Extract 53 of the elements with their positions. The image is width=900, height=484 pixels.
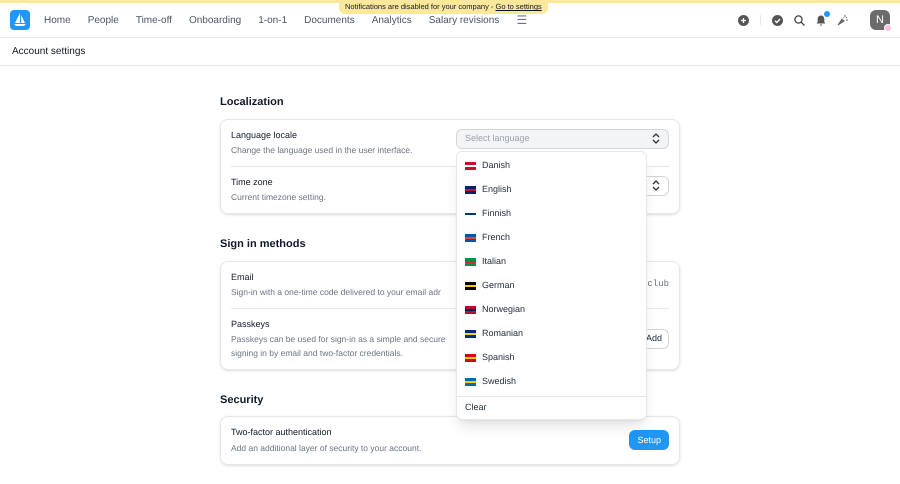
nav-link[interactable]: Analytics (372, 12, 412, 28)
setting-description: Change the language used in the user interface. (231, 144, 412, 157)
language-option[interactable]: French (457, 226, 646, 250)
add-icon[interactable] (738, 14, 749, 26)
setting-description: Current timezone setting. (231, 191, 326, 204)
email-value: club (647, 278, 669, 291)
nav-link[interactable]: Salary revisions (428, 12, 500, 28)
flag-icon (465, 378, 476, 386)
bell-icon[interactable] (816, 14, 826, 26)
language-option[interactable]: Norwegian (457, 298, 646, 322)
section-heading: Security (220, 392, 264, 408)
language-option[interactable]: Danish (457, 154, 646, 178)
clear-option[interactable]: Clear (457, 396, 646, 418)
language-option[interactable]: Swedish (457, 370, 646, 394)
page-title: Account settings (12, 45, 86, 59)
chevron-updown-icon (652, 180, 660, 192)
flag-icon (465, 354, 476, 362)
setting-description: signing in by email and two-factor credentials. (231, 347, 404, 360)
setting-description: Add an additional layer of security to your account. (231, 442, 422, 454)
flag-icon (465, 234, 476, 242)
more-menu[interactable]: ☰ (516, 11, 528, 29)
setting-label: Time zone (231, 176, 274, 189)
section-heading: Sign in methods (220, 237, 306, 252)
nav-link[interactable]: 1-on-1 (258, 12, 288, 28)
flag-icon (465, 258, 476, 266)
confetti-icon[interactable] (837, 14, 849, 26)
setting-label: Email (231, 270, 255, 284)
language-option[interactable]: German (457, 274, 646, 298)
nav-link[interactable]: Home (44, 12, 71, 28)
setting-description: Passkeys can be used for sign-in as a simple and secure (231, 333, 446, 346)
check-icon[interactable] (772, 14, 783, 26)
nav-link[interactable]: Time-off (136, 12, 172, 28)
language-option[interactable]: Italian (457, 250, 646, 274)
flag-icon (465, 282, 476, 290)
setting-label: Passkeys (231, 318, 271, 331)
language-option[interactable]: Finnish (457, 202, 646, 226)
flag-icon (465, 162, 476, 170)
search-icon[interactable] (794, 14, 805, 26)
language-option[interactable]: English (457, 178, 646, 202)
section-heading: Localization (220, 95, 284, 110)
nav-link[interactable]: Documents (304, 12, 355, 28)
setting-label: Language locale (231, 128, 298, 142)
chevron-updown-icon (652, 133, 660, 144)
setting-description: Sign-in with a one-time code delivered to your email adr (231, 286, 441, 299)
flag-icon (465, 306, 476, 314)
user-avatar[interactable]: N (870, 10, 890, 30)
sailboat-logo-icon[interactable] (10, 10, 30, 30)
flag-icon (465, 330, 476, 338)
nav-link[interactable]: Onboarding (188, 12, 242, 28)
nav-link[interactable]: People (88, 12, 119, 28)
status-badge (884, 24, 892, 32)
setting-label: Two-factor authentication (231, 426, 333, 440)
flag-icon (465, 186, 476, 194)
